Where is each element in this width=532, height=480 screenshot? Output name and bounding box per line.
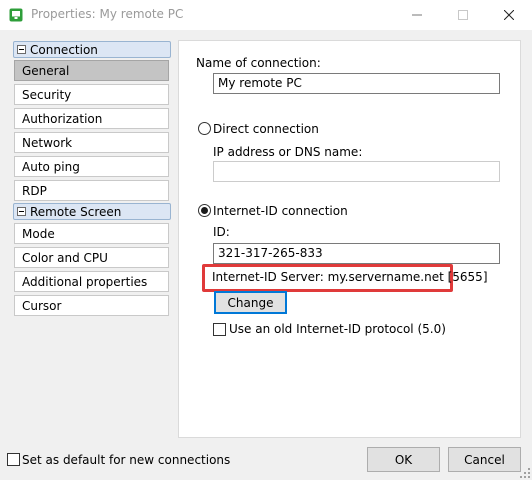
sidebar-item-authorization[interactable]: Authorization (14, 108, 169, 129)
sidebar-item-security[interactable]: Security (14, 84, 169, 105)
window-title: Properties: My remote PC (31, 7, 184, 21)
sidebar-item-additional-properties[interactable]: Additional properties (14, 271, 169, 292)
connection-name-field[interactable]: My remote PC (213, 73, 500, 94)
old-protocol-label[interactable]: Use an old Internet-ID protocol (5.0) (229, 322, 446, 336)
set-default-checkbox[interactable] (7, 453, 20, 466)
direct-connection-radio[interactable] (198, 122, 211, 135)
sidebar-item-rdp[interactable]: RDP (14, 180, 169, 201)
section-remote-screen[interactable]: Remote Screen (13, 203, 171, 220)
sidebar-item-cursor[interactable]: Cursor (14, 295, 169, 316)
internet-id-connection-label[interactable]: Internet-ID connection (213, 204, 348, 218)
ip-address-label: IP address or DNS name: (213, 145, 363, 159)
sidebar-item-color-and-cpu[interactable]: Color and CPU (14, 247, 169, 268)
section-label: Connection (30, 43, 98, 57)
minimize-button[interactable] (394, 0, 440, 30)
collapse-icon[interactable] (17, 45, 26, 54)
set-default-label[interactable]: Set as default for new connections (22, 453, 230, 467)
id-label: ID: (213, 225, 230, 239)
maximize-icon (458, 10, 468, 20)
sidebar-item-general[interactable]: General (14, 60, 169, 81)
internet-id-connection-radio[interactable] (198, 204, 211, 217)
old-protocol-checkbox[interactable] (213, 323, 226, 336)
close-icon (504, 10, 514, 20)
title-bar[interactable]: Properties: My remote PC (0, 0, 532, 30)
section-label: Remote Screen (30, 205, 122, 219)
resize-grip-icon[interactable] (520, 468, 530, 478)
change-server-button[interactable]: Change (214, 291, 287, 314)
sidebar-item-network[interactable]: Network (14, 132, 169, 153)
section-connection[interactable]: Connection (13, 41, 171, 58)
id-field[interactable]: 321-317-265-833 (213, 243, 500, 264)
internet-id-server-text: Internet-ID Server: my.servername.net [5… (212, 270, 488, 284)
collapse-icon[interactable] (17, 207, 26, 216)
minimize-icon (412, 14, 422, 16)
cancel-button[interactable]: Cancel (448, 447, 521, 472)
close-button[interactable] (486, 0, 532, 30)
ip-address-field[interactable] (213, 161, 500, 182)
sidebar-item-mode[interactable]: Mode (14, 223, 169, 244)
ok-button[interactable]: OK (367, 447, 440, 472)
general-panel (178, 40, 521, 438)
app-monitor-icon (9, 8, 23, 22)
name-of-connection-label: Name of connection: (196, 56, 321, 70)
direct-connection-label[interactable]: Direct connection (213, 122, 319, 136)
sidebar-item-auto-ping[interactable]: Auto ping (14, 156, 169, 177)
maximize-button[interactable] (440, 0, 486, 30)
